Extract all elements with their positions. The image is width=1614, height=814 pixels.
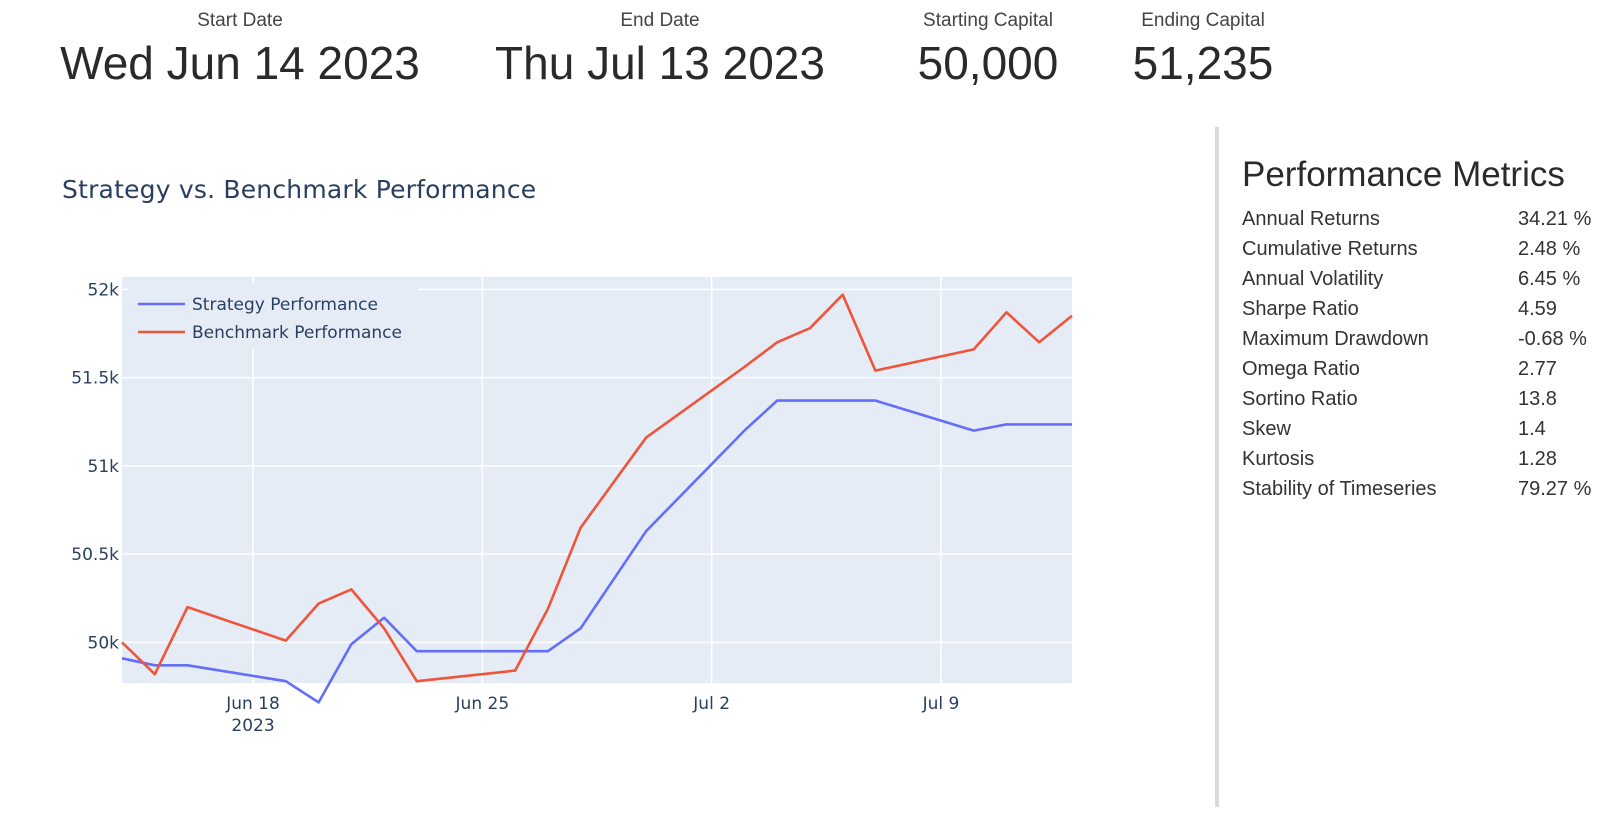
metric-name: Annual Returns [1242, 208, 1380, 230]
metric-name: Annual Volatility [1242, 268, 1384, 290]
metric-row: Annual Volatility 6.45 % [1242, 264, 1614, 294]
metric-row: Cumulative Returns 2.48 % [1242, 234, 1614, 264]
metric-row: Skew 1.4 [1242, 414, 1614, 444]
legend-label: Strategy Performance [192, 295, 378, 315]
metric-name: Maximum Drawdown [1242, 328, 1429, 350]
x-tick-label: Jul 9 [922, 694, 960, 714]
metric-row: Sortino Ratio 13.8 [1242, 384, 1614, 414]
metric-name: Cumulative Returns [1242, 238, 1418, 260]
metric-row: Sharpe Ratio 4.59 [1242, 294, 1614, 324]
y-tick-label: 51.5k [71, 369, 119, 389]
metric-row: Maximum Drawdown -0.68 % [1242, 324, 1614, 354]
y-tick-label: 52k [88, 280, 120, 300]
y-tick-label: 50k [88, 633, 120, 653]
performance-metrics-panel: Performance Metrics Annual Returns 34.21 … [1242, 153, 1614, 504]
metric-value: 2.77 [1518, 358, 1557, 380]
metric-row: Annual Returns 34.21 % [1242, 204, 1614, 234]
x-tick-label: Jul 2 [692, 694, 730, 714]
metrics-title: Performance Metrics [1242, 155, 1565, 194]
metric-value: 79.27 % [1518, 478, 1592, 500]
metric-name: Sortino Ratio [1242, 388, 1358, 410]
metric-name: Omega Ratio [1242, 358, 1360, 380]
metric-name: Kurtosis [1242, 448, 1315, 470]
legend-label: Benchmark Performance [192, 323, 402, 343]
metrics-table: Annual Returns 34.21 % Cumulative Returns 2… [1242, 204, 1614, 504]
x-tick-label: Jun 25 [455, 694, 510, 714]
x-tick-label: Jun 18 [225, 694, 280, 714]
metric-value: -0.68 % [1518, 328, 1587, 350]
metric-value: 34.21 % [1518, 208, 1592, 230]
metric-value: 13.8 [1518, 388, 1557, 410]
metric-row: Kurtosis 1.28 [1242, 444, 1614, 474]
y-tick-label: 50.5k [71, 545, 119, 565]
metric-name: Sharpe Ratio [1242, 298, 1359, 320]
metric-row: Omega Ratio 2.77 [1242, 354, 1614, 384]
metric-value: 4.59 [1518, 298, 1557, 320]
metric-value: 6.45 % [1518, 268, 1581, 290]
panel-divider [1215, 127, 1219, 807]
performance-chart[interactable]: 50k 50.5k 51k 51.5k 52k Jun 182023 Jun 25 Jul 2… [0, 0, 1200, 814]
metric-name: Skew [1242, 418, 1291, 440]
y-tick-label: 51k [88, 457, 120, 477]
metric-name: Stability of Timeseries [1242, 478, 1437, 500]
metric-value: 1.4 [1518, 418, 1546, 440]
x-tick-sublabel: 2023 [231, 716, 274, 736]
metric-value: 1.28 [1518, 448, 1557, 470]
metric-row: Stability of Timeseries 79.27 % [1242, 474, 1614, 504]
metric-value: 2.48 % [1518, 238, 1581, 260]
